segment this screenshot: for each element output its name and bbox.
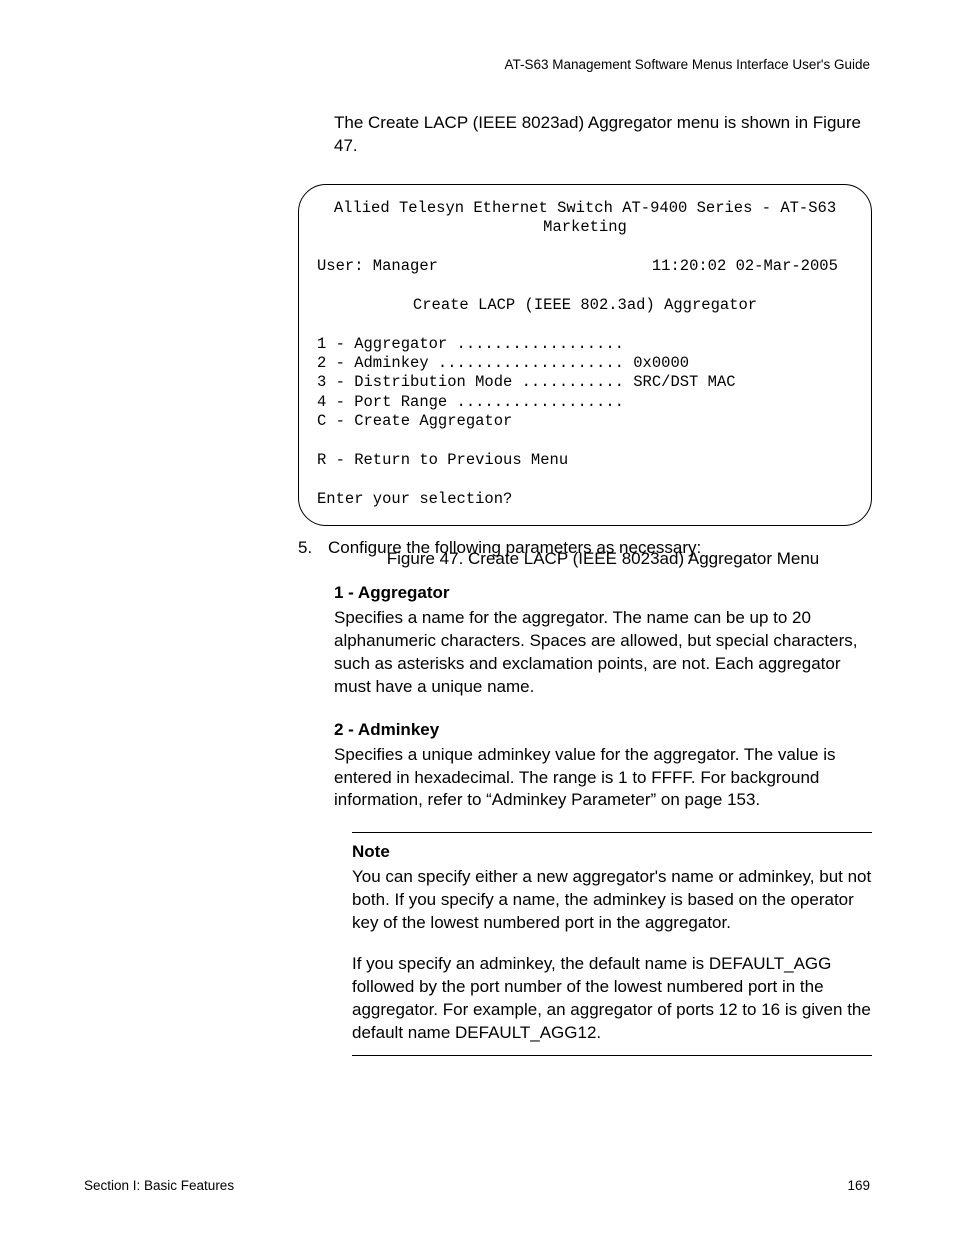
terminal-opt-r: R - Return to Previous Menu bbox=[317, 451, 568, 469]
terminal-title-2: Marketing bbox=[543, 218, 627, 236]
terminal-user: User: Manager bbox=[317, 257, 438, 275]
param-1-body: Specifies a name for the aggregator. The… bbox=[334, 607, 872, 699]
terminal-menu: Allied Telesyn Ethernet Switch AT-9400 S… bbox=[298, 184, 872, 526]
footer-page-number: 169 bbox=[847, 1177, 870, 1195]
terminal-title-1: Allied Telesyn Ethernet Switch AT-9400 S… bbox=[334, 199, 836, 217]
terminal-opt-3: 3 - Distribution Mode ........... SRC/DS… bbox=[317, 373, 736, 391]
step-number: 5. bbox=[298, 537, 328, 560]
step-text: Configure the following parameters as ne… bbox=[328, 538, 701, 557]
step-5: 5.Configure the following parameters as … bbox=[298, 537, 872, 560]
note-title: Note bbox=[352, 841, 872, 864]
intro-text: The Create LACP (IEEE 8023ad) Aggregator… bbox=[334, 112, 872, 158]
terminal-opt-2: 2 - Adminkey .................... 0x0000 bbox=[317, 354, 689, 372]
param-1-title: 1 - Aggregator bbox=[334, 582, 872, 605]
param-adminkey: 2 - Adminkey Specifies a unique adminkey… bbox=[334, 719, 872, 813]
terminal-prompt: Enter your selection? bbox=[317, 490, 512, 508]
terminal-menu-title: Create LACP (IEEE 802.3ad) Aggregator bbox=[413, 296, 757, 314]
page-header: AT-S63 Management Software Menus Interfa… bbox=[504, 56, 870, 74]
footer-section: Section I: Basic Features bbox=[84, 1177, 234, 1195]
note-paragraph-2: If you specify an adminkey, the default … bbox=[352, 953, 872, 1045]
param-2-body: Specifies a unique adminkey value for th… bbox=[334, 744, 872, 813]
param-2-title: 2 - Adminkey bbox=[334, 719, 872, 742]
terminal-opt-4: 4 - Port Range .................. bbox=[317, 393, 624, 411]
param-aggregator: 1 - Aggregator Specifies a name for the … bbox=[334, 582, 872, 699]
terminal-timestamp: 11:20:02 02-Mar-2005 bbox=[652, 257, 838, 275]
note-paragraph-1: You can specify either a new aggregator'… bbox=[352, 866, 872, 935]
note-box: Note You can specify either a new aggreg… bbox=[352, 832, 872, 1056]
terminal-opt-c: C - Create Aggregator bbox=[317, 412, 512, 430]
terminal-opt-1: 1 - Aggregator .................. bbox=[317, 335, 624, 353]
